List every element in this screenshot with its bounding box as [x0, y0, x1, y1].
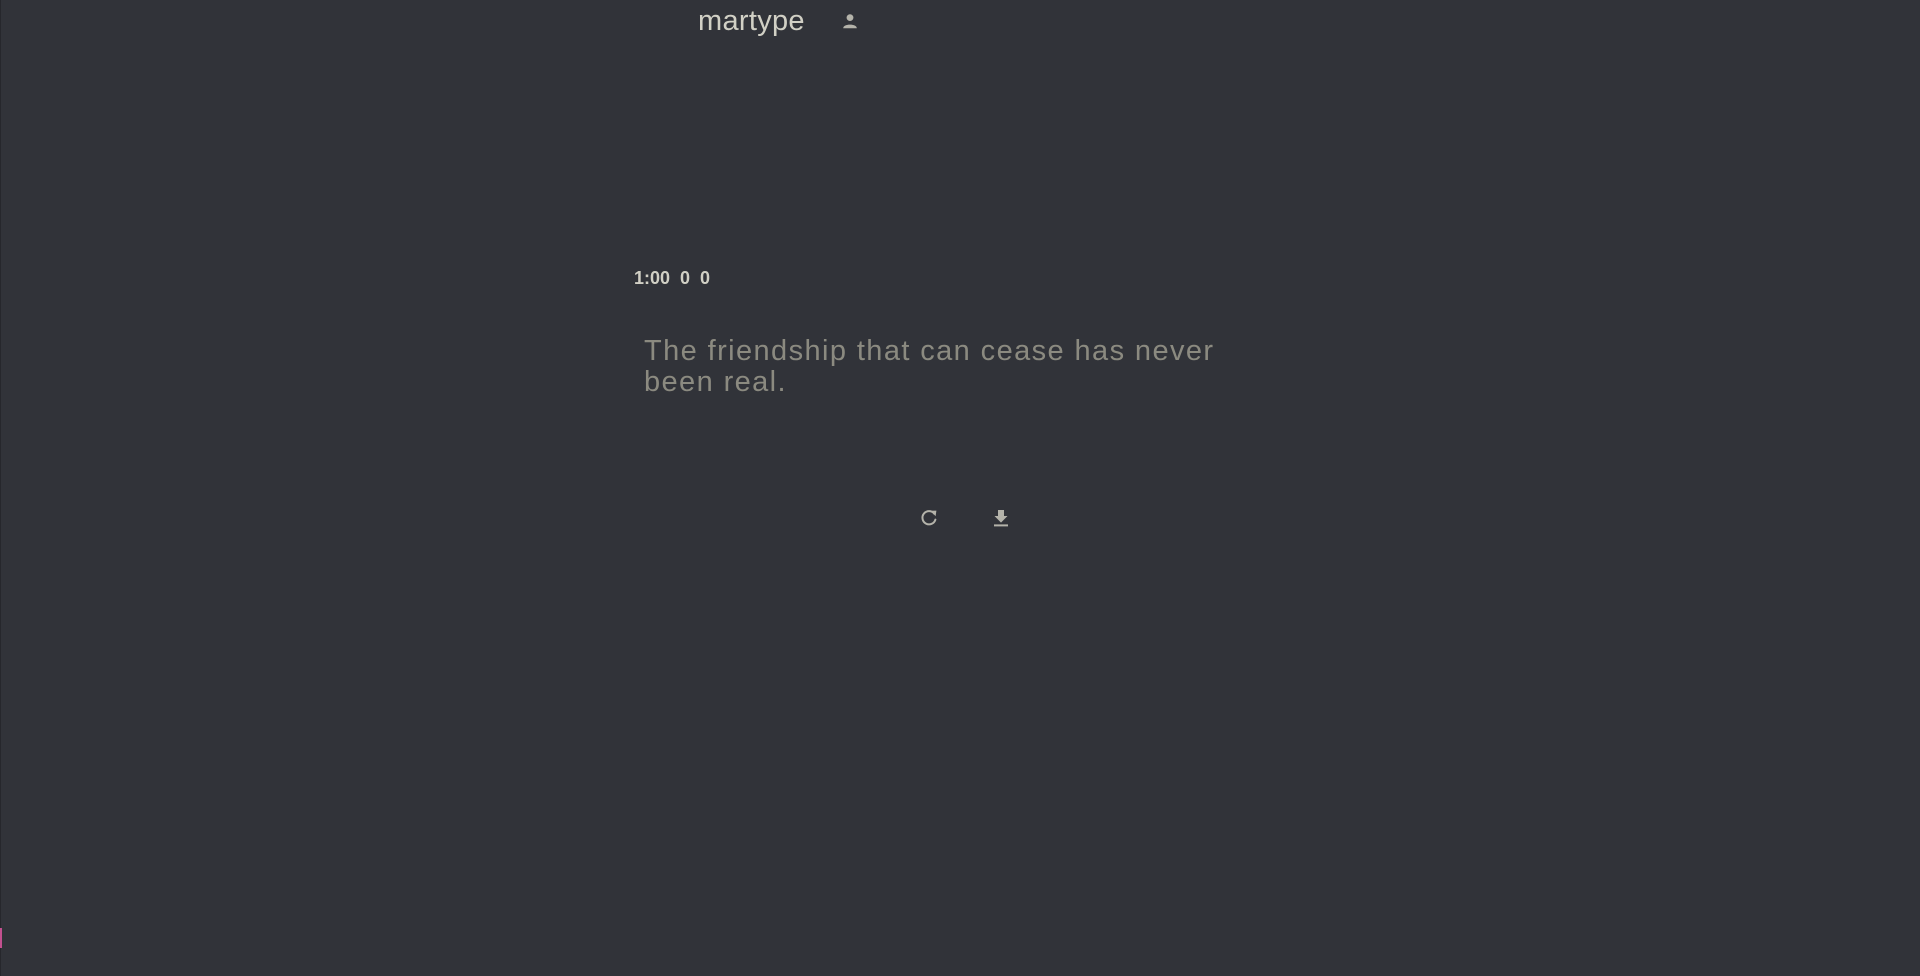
- typing-text[interactable]: The friendship that can cease has never …: [644, 336, 1244, 398]
- wpm-counter: 0: [680, 268, 691, 288]
- caret-marker: [0, 928, 2, 948]
- test-controls: [912, 503, 1018, 533]
- download-icon[interactable]: [984, 503, 1018, 533]
- page: martype 1:00 0 0 The friendship that can…: [0, 0, 1920, 976]
- live-stats: 1:00 0 0: [634, 268, 710, 289]
- accuracy-counter: 0: [700, 268, 711, 288]
- top-bar: martype: [698, 0, 861, 42]
- person-icon[interactable]: [839, 10, 861, 32]
- refresh-icon[interactable]: [912, 503, 946, 533]
- timer: 1:00: [634, 268, 671, 288]
- left-edge-divider: [0, 0, 1, 976]
- app-logo[interactable]: martype: [698, 5, 805, 38]
